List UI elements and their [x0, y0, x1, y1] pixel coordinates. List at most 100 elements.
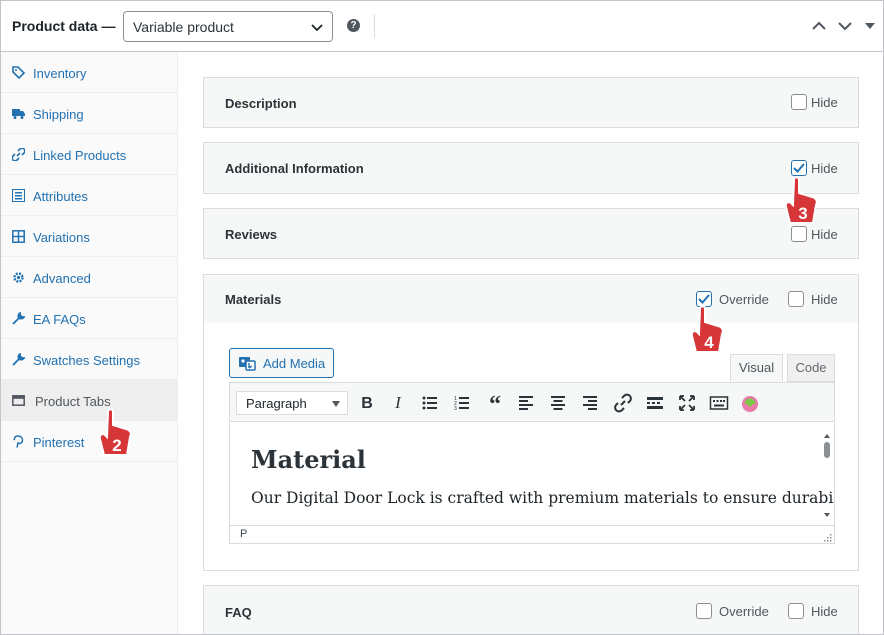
step-4-label: 4 [704, 333, 714, 352]
grid-icon [12, 230, 25, 243]
media-icon [239, 357, 256, 371]
hide-label: Hide [811, 95, 838, 110]
resize-handle-icon[interactable] [823, 533, 832, 542]
link-icon [12, 148, 25, 161]
panel-title: Additional Information [225, 161, 364, 176]
truck-icon [12, 109, 25, 119]
tab-panel-faq: FAQ Override Hide [203, 585, 859, 634]
panel-title: Materials [225, 292, 282, 307]
align-left-icon[interactable] [516, 393, 536, 413]
step-3-label: 3 [798, 204, 807, 223]
list-icon [12, 189, 25, 202]
sidebar-item-label: Pinterest [33, 435, 85, 450]
content-heading: Material [251, 445, 366, 474]
sidebar-item-label: Advanced [33, 271, 91, 286]
blockquote-icon[interactable]: “ [485, 393, 505, 413]
hide-label: Hide [811, 161, 838, 176]
wrench-icon [12, 353, 25, 366]
sidebar-item-product-tabs[interactable]: Product Tabs [1, 380, 177, 421]
sidebar-item-pinterest[interactable]: Pinterest [1, 421, 177, 462]
override-checkbox[interactable] [696, 603, 712, 619]
sidebar-item-label: Swatches Settings [33, 353, 140, 368]
tab-panel-materials: Materials Override Hide [203, 274, 859, 324]
bold-icon[interactable]: B [357, 393, 377, 413]
sidebar-item-shipping[interactable]: Shipping [1, 93, 177, 134]
sidebar-item-label: Inventory [33, 66, 87, 81]
tab-panel-description: Description Hide [203, 77, 859, 128]
wrench-icon [12, 312, 25, 325]
editor-toolbar: Paragraph B I 123 “ [229, 382, 835, 422]
panel-title: Description [225, 96, 297, 111]
tab-panel-reviews: Reviews Hide [203, 208, 859, 259]
sidebar-item-inventory[interactable]: Inventory [1, 52, 177, 93]
panel-title: FAQ [225, 605, 252, 620]
step-3-pointer-icon: 3 [784, 176, 818, 224]
sidebar-item-linked-products[interactable]: Linked Products [1, 134, 177, 175]
sidebar-item-label: Linked Products [33, 148, 127, 163]
add-media-button[interactable]: Add Media [229, 348, 334, 378]
format-value: Paragraph [246, 396, 307, 411]
product-data-tabs: Inventory Shipping Linked Products Attri… [1, 52, 178, 634]
editor-content[interactable]: Material Our Digital Door Lock is crafte… [229, 423, 835, 525]
caret-down-icon [332, 401, 340, 407]
sidebar-item-label: Attributes [33, 189, 88, 204]
read-more-icon[interactable] [645, 393, 665, 413]
content-paragraph: Our Digital Door Lock is crafted with pr… [251, 489, 835, 507]
chevron-down-icon [311, 24, 323, 32]
hide-label: Hide [811, 292, 838, 307]
move-up-icon[interactable] [811, 18, 827, 34]
step-2-pointer-icon: 2 [98, 408, 132, 456]
keyboard-icon[interactable] [709, 393, 729, 413]
step-4-pointer-icon: 4 [690, 305, 724, 353]
hide-checkbox[interactable] [788, 603, 804, 619]
element-path: P [240, 528, 248, 540]
tab-code[interactable]: Code [787, 354, 835, 382]
sidebar-item-label: Shipping [33, 107, 84, 122]
tab-panel-additional-information: Additional Information Hide [203, 142, 859, 194]
hide-checkbox[interactable] [788, 291, 804, 307]
product-type-select[interactable]: Variable product [123, 11, 333, 42]
header-divider [374, 14, 375, 38]
product-data-header: Product data — Variable product ? [1, 1, 883, 52]
sidebar-item-ea-faqs[interactable]: EA FAQs [1, 298, 177, 339]
sidebar-item-label: Variations [33, 230, 90, 245]
link-icon[interactable] [613, 393, 633, 413]
hide-checkbox[interactable] [791, 160, 807, 176]
italic-icon[interactable]: I [388, 393, 408, 413]
sidebar-item-variations[interactable]: Variations [1, 216, 177, 257]
move-down-icon[interactable] [837, 18, 853, 34]
help-icon[interactable]: ? [347, 19, 360, 32]
override-label: Override [719, 604, 769, 619]
plugin-icon[interactable] [740, 393, 760, 413]
collapse-toggle-icon[interactable] [862, 18, 878, 34]
svg-text:I: I [394, 393, 402, 412]
sidebar-item-advanced[interactable]: Advanced [1, 257, 177, 298]
product-type-value: Variable product [133, 19, 234, 35]
format-select[interactable]: Paragraph [236, 391, 348, 415]
align-center-icon[interactable] [548, 393, 568, 413]
sidebar-item-attributes[interactable]: Attributes [1, 175, 177, 216]
svg-text:B: B [361, 395, 373, 412]
fullscreen-icon[interactable] [677, 393, 697, 413]
tab-visual[interactable]: Visual [730, 354, 783, 382]
svg-text:3: 3 [454, 406, 457, 412]
panel-title: Reviews [225, 227, 278, 242]
editor-scrollbar[interactable] [822, 433, 832, 521]
tabs-icon [12, 395, 25, 406]
editor-statusbar: P [229, 525, 835, 544]
hide-label: Hide [811, 604, 838, 619]
gear-icon [13, 272, 24, 283]
align-right-icon[interactable] [580, 393, 600, 413]
materials-editor: Add Media Visual Code Paragraph B I 123 … [203, 323, 859, 571]
numbered-list-icon[interactable]: 123 [452, 393, 472, 413]
sidebar-item-label: EA FAQs [33, 312, 86, 327]
pinterest-icon [13, 435, 24, 448]
bullet-list-icon[interactable] [420, 393, 440, 413]
hide-checkbox[interactable] [791, 94, 807, 110]
tag-icon [12, 66, 25, 79]
svg-text:“: “ [489, 393, 501, 413]
sidebar-item-swatches-settings[interactable]: Swatches Settings [1, 339, 177, 380]
add-media-label: Add Media [263, 356, 326, 371]
product-data-box: Product data — Variable product ? Invent… [0, 0, 884, 635]
checkmark-icon [793, 163, 805, 173]
